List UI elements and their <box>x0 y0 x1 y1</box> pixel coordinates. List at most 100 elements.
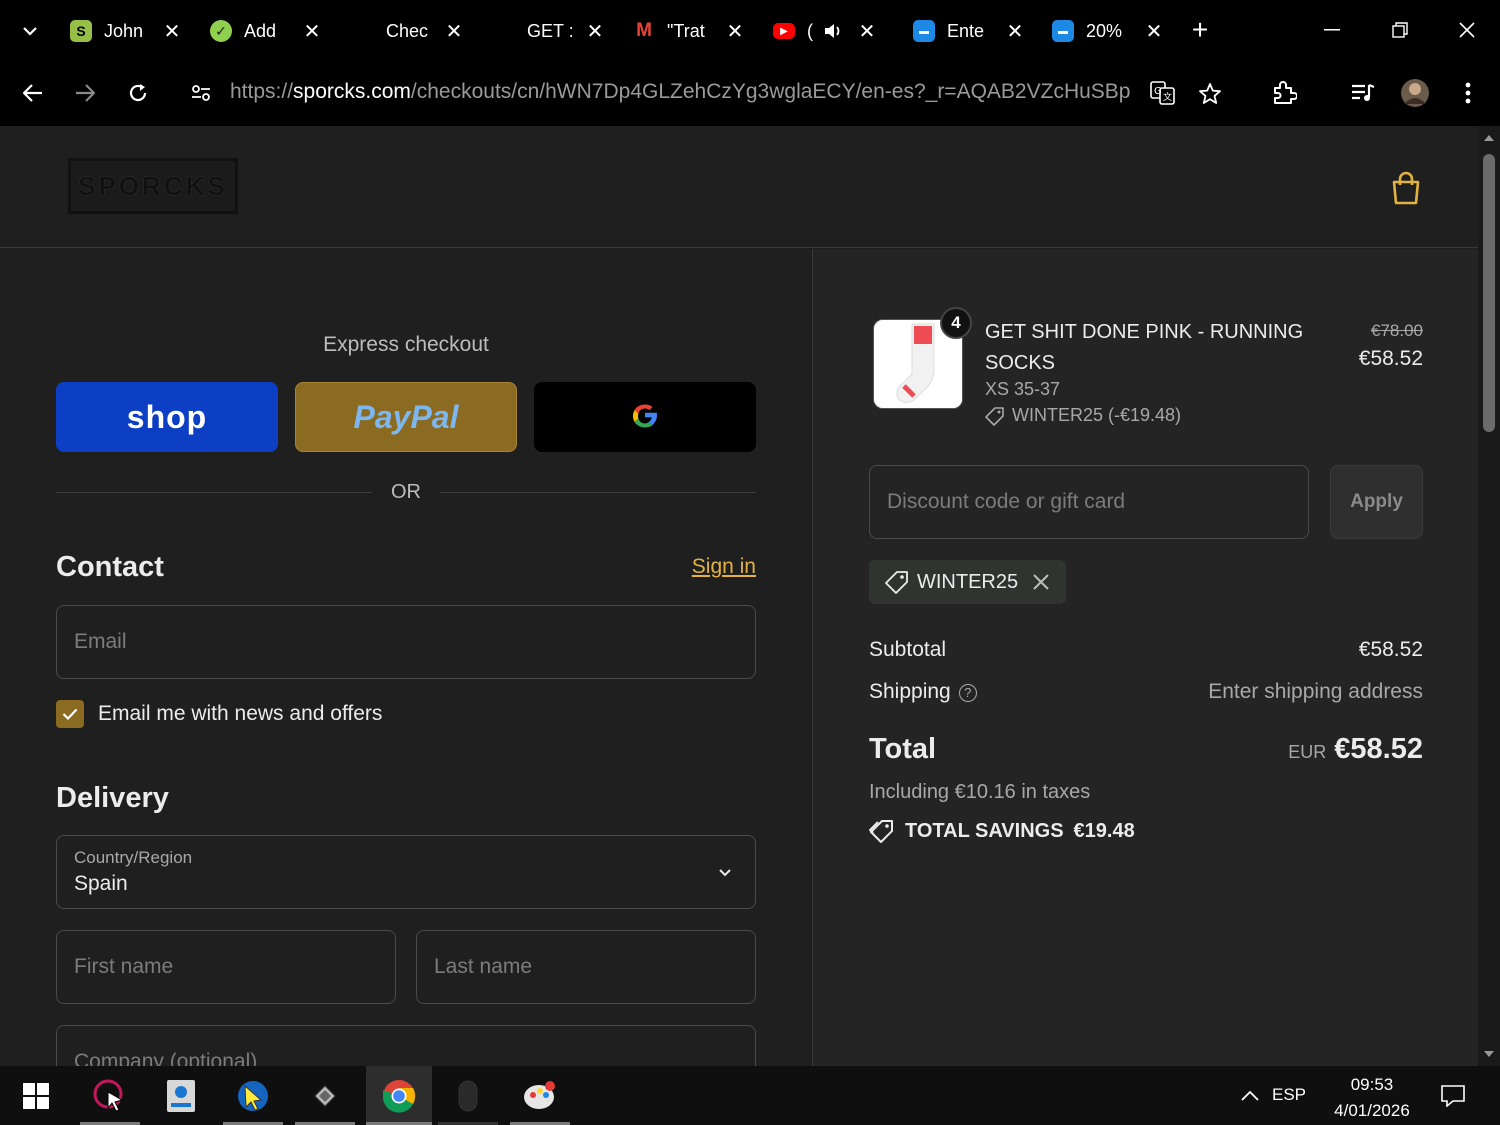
browser-tab[interactable]: ▶ ( ✕ <box>773 14 908 48</box>
browser-toolbar: https://sporcks.com/checkouts/cn/hWN7Dp4… <box>0 60 1500 126</box>
cursor-app-icon[interactable] <box>80 1066 140 1125</box>
total-savings: TOTAL SAVINGS €19.48 <box>869 819 1135 843</box>
bookmark-star-icon[interactable] <box>1192 76 1228 110</box>
newsletter-label: Email me with news and offers <box>98 702 383 725</box>
subtotal-row: Subtotal €58.52 <box>869 638 1423 662</box>
browser-tab[interactable]: ✓ Add ✕ <box>210 14 345 48</box>
apply-discount-button[interactable]: Apply <box>1330 465 1423 539</box>
savings-label: TOTAL SAVINGS <box>905 819 1064 842</box>
windows-start-icon[interactable] <box>6 1066 66 1125</box>
mouse-app-icon[interactable] <box>438 1066 498 1125</box>
shipping-value: Enter shipping address <box>1208 680 1423 703</box>
country-label: Country/Region <box>74 848 193 867</box>
shipping-row: Shipping? Enter shipping address <box>869 680 1423 704</box>
express-checkout-title: Express checkout <box>323 333 489 356</box>
scrollbar-thumb[interactable] <box>1483 154 1495 432</box>
site-settings-icon[interactable] <box>183 76 219 110</box>
subtotal-value: €58.52 <box>1358 638 1423 661</box>
last-name-field[interactable]: Last name <box>416 930 756 1004</box>
gmail-favicon-icon: M <box>636 20 652 41</box>
close-tab-icon[interactable]: ✕ <box>162 19 182 44</box>
newsletter-option[interactable]: Email me with news and offers <box>56 699 382 729</box>
applied-discount-chip: WINTER25 <box>869 560 1067 604</box>
tools-app-icon[interactable] <box>295 1066 355 1125</box>
total-currency: EUR <box>1288 742 1327 762</box>
chrome-app-icon[interactable] <box>366 1066 432 1125</box>
profile-avatar[interactable] <box>1397 76 1433 110</box>
media-queue-icon[interactable] <box>1345 76 1381 110</box>
address-bar[interactable]: https://sporcks.com/checkouts/cn/hWN7Dp4… <box>230 80 1130 108</box>
shopping-bag-icon[interactable] <box>1390 170 1422 206</box>
paypal-button[interactable]: PayPal <box>295 382 517 452</box>
blank-favicon-icon <box>352 20 374 42</box>
tray-chevron-up-icon[interactable] <box>1230 1066 1270 1125</box>
or-text: OR <box>391 481 421 503</box>
close-tab-icon[interactable]: ✕ <box>585 19 605 44</box>
url-path: /checkouts/cn/hWN7Dp4GLZehCzYg3wglaECY/e… <box>410 80 1130 103</box>
shop-pay-button[interactable]: shop <box>56 382 278 452</box>
email-field[interactable]: Email <box>56 605 756 679</box>
tab-title: John <box>104 20 144 41</box>
order-summary-column: 4 GET SHIT DONE PINK - RUNNING SOCKS XS … <box>813 249 1478 1066</box>
browser-tab-strip: S John ✕ ✓ Add ✕ Chec ✕ GET : ✕ M "Trat … <box>0 0 1500 60</box>
chat-favicon-icon: ▬ <box>1052 20 1074 42</box>
scroll-up-arrow-icon <box>1484 135 1494 141</box>
url-domain: sporcks.com <box>293 80 411 103</box>
product-discount-line: WINTER25 (-€19.48) <box>985 405 1181 426</box>
browser-menu-icon[interactable] <box>1450 76 1486 110</box>
product-discount-text: WINTER25 (-€19.48) <box>1012 405 1182 425</box>
shipping-label: Shipping <box>869 680 951 703</box>
close-tab-icon[interactable]: ✕ <box>1005 19 1025 44</box>
browser-tab[interactable]: ▬ Ente ✕ <box>913 14 1048 48</box>
country-select[interactable]: Country/Region Spain <box>56 835 756 909</box>
close-window-icon[interactable] <box>1447 14 1487 46</box>
savings-value: €19.48 <box>1073 819 1135 842</box>
new-tab-plus-icon[interactable]: + <box>1180 14 1220 46</box>
translate-icon[interactable]: G文 <box>1145 76 1181 110</box>
pointer-app-icon[interactable] <box>223 1066 283 1125</box>
remove-code-x-icon[interactable] <box>1032 573 1050 591</box>
youtube-favicon-icon: ▶ <box>773 23 795 39</box>
shop-pay-label: shop <box>126 398 208 435</box>
speaker-icon[interactable] <box>823 22 845 40</box>
minimize-icon[interactable] <box>1312 14 1352 46</box>
browser-tab[interactable]: GET : ✕ <box>493 14 628 48</box>
tab-title: GET : <box>527 20 573 41</box>
email-placeholder: Email <box>74 630 127 653</box>
browser-tab[interactable]: S John ✕ <box>70 14 205 48</box>
close-tab-icon[interactable]: ✕ <box>1144 19 1164 44</box>
extensions-puzzle-icon[interactable] <box>1266 76 1302 110</box>
reload-icon[interactable] <box>120 76 156 110</box>
page-scrollbar[interactable] <box>1478 126 1500 1066</box>
close-tab-icon[interactable]: ✕ <box>302 19 322 44</box>
chat-favicon-icon: ▬ <box>913 20 935 42</box>
discounted-price: €58.52 <box>1358 347 1423 370</box>
newsletter-checkbox[interactable] <box>56 700 84 728</box>
help-question-icon[interactable]: ? <box>958 684 977 702</box>
close-tab-icon[interactable]: ✕ <box>444 19 464 44</box>
taskbar-clock[interactable]: 09:53 4/01/2026 <box>1322 1072 1422 1124</box>
back-arrow-icon[interactable] <box>15 76 51 110</box>
scroll-down-arrow-icon <box>1484 1051 1494 1057</box>
close-tab-icon[interactable]: ✕ <box>857 19 877 44</box>
first-name-field[interactable]: First name <box>56 930 396 1004</box>
discount-code-field[interactable]: Discount code or gift card <box>869 465 1309 539</box>
company-field[interactable]: Company (optional) <box>56 1025 756 1066</box>
store-logo[interactable]: SPORCKS <box>68 158 238 214</box>
forward-arrow-icon[interactable] <box>67 76 103 110</box>
google-pay-button[interactable] <box>534 382 756 452</box>
tab-search-chevron-icon[interactable] <box>14 18 46 44</box>
browser-tab[interactable]: M "Trat ✕ <box>633 14 768 48</box>
contacts-app-icon[interactable] <box>151 1066 211 1125</box>
input-language[interactable]: ESP <box>1272 1085 1306 1105</box>
applied-code-text: WINTER25 <box>917 570 1019 593</box>
notifications-icon[interactable] <box>1430 1066 1476 1125</box>
restore-icon[interactable] <box>1380 14 1420 46</box>
sign-in-link[interactable]: Sign in <box>660 555 756 579</box>
paint-app-icon[interactable] <box>510 1066 570 1125</box>
windows-taskbar: ESP 09:53 4/01/2026 <box>0 1066 1500 1125</box>
browser-tab[interactable]: ▬ 20% ✕ <box>1052 14 1187 48</box>
close-tab-icon[interactable]: ✕ <box>725 19 745 44</box>
browser-tab-active[interactable]: Chec ✕ <box>352 14 487 48</box>
google-g-icon <box>629 399 661 436</box>
